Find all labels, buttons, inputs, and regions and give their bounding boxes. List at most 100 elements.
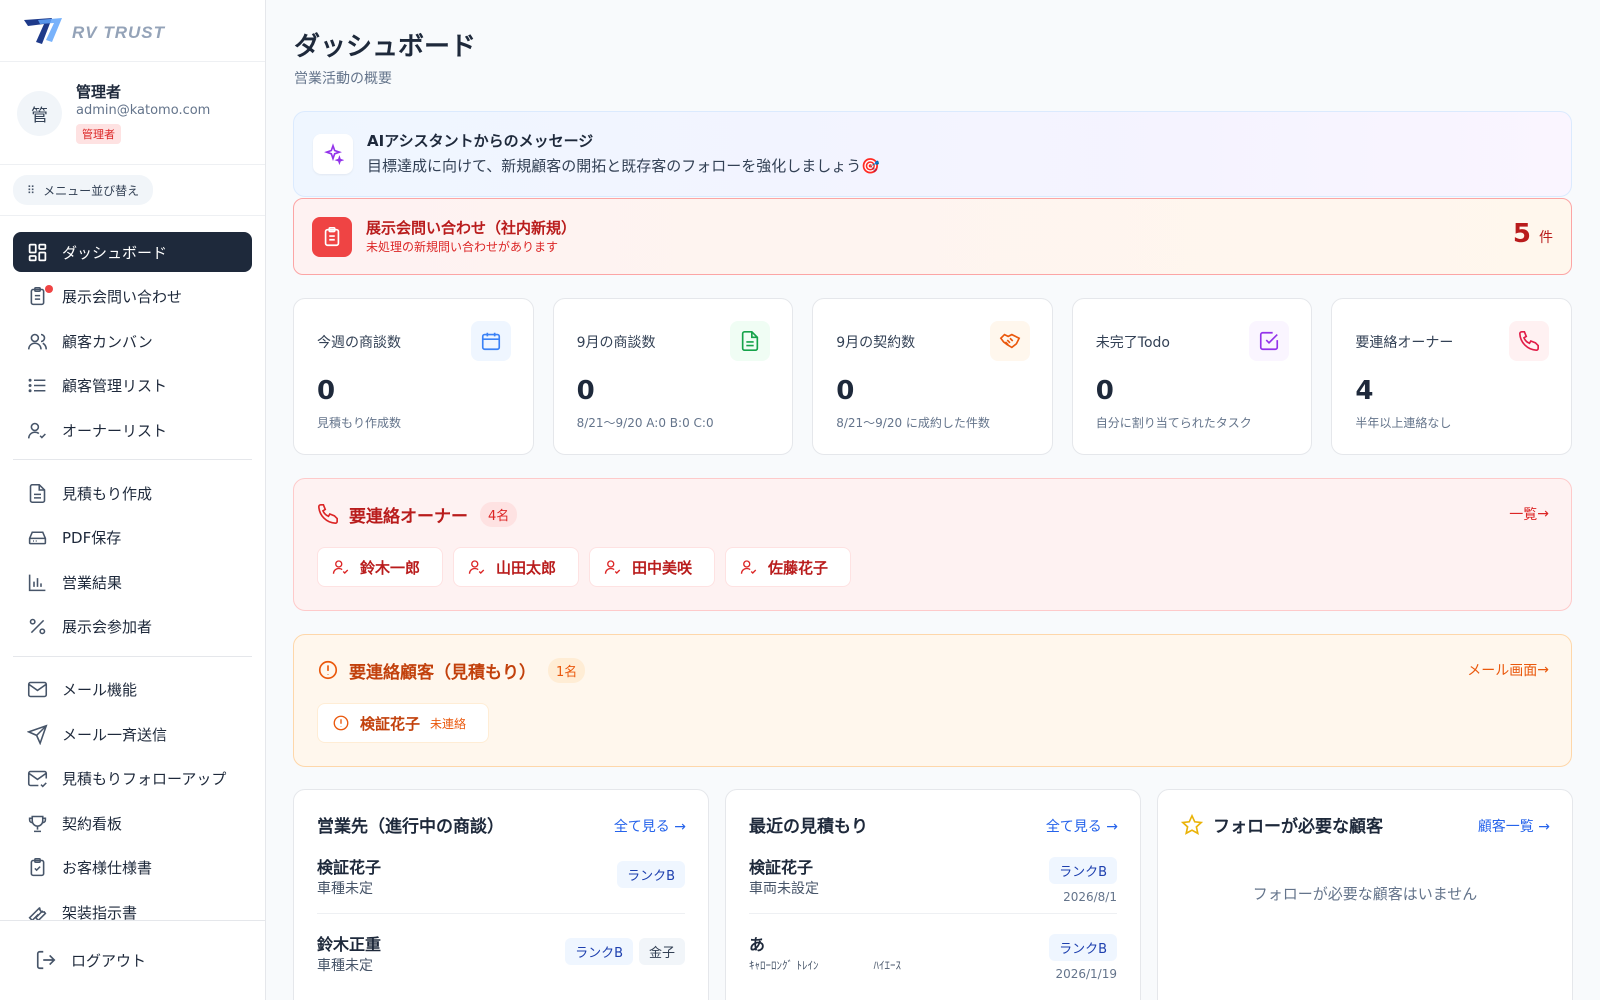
estimate-row[interactable]: 検証花子 車両未設定 ランクB 2026/8/1: [749, 837, 1117, 914]
main-content: ダッシュボード 営業活動の概要 AIアシスタントからのメッセージ 目標達成に向け…: [266, 0, 1600, 1000]
customer-list-link[interactable]: 顧客一覧 →: [1478, 816, 1550, 836]
sidebar-item-bulk-mail[interactable]: メール一斉送信: [13, 714, 252, 754]
alert-subtitle: 未処理の新規問い合わせがあります: [366, 239, 559, 254]
stat-subtext: 自分に割り当てられたタスク: [1095, 416, 1252, 430]
trophy-icon: [28, 815, 47, 832]
sidebar-item-contract-board[interactable]: 契約看板: [13, 803, 252, 843]
notification-dot: [45, 284, 53, 293]
logout-label: ログアウト: [71, 951, 147, 970]
logo[interactable]: RV TRUST: [0, 0, 265, 62]
stat-card-month-contracts[interactable]: 9月の契約数 0 8/21〜9/20 に成約した件数: [812, 298, 1053, 455]
deal-row[interactable]: 検証花子 車種未定 ランクB: [317, 837, 685, 914]
owner-name: 鈴木一郎: [360, 558, 421, 577]
phone-icon: [1508, 321, 1549, 361]
owner-chip[interactable]: 山田太郎: [453, 547, 580, 587]
link-label: 顧客一覧: [1477, 819, 1534, 835]
sidebar-item-label: お客様仕様書: [62, 859, 153, 877]
arrow-right-icon: →: [1537, 662, 1549, 678]
arrow-right-icon: →: [1538, 819, 1550, 835]
status-tag: 未連絡: [430, 716, 467, 731]
users-icon: [27, 333, 48, 349]
owner-chip[interactable]: 佐藤花子: [725, 547, 852, 587]
user-card: 管 管理者 admin@katomo.com 管理者: [0, 62, 265, 165]
page-subtitle: 営業活動の概要: [294, 71, 392, 87]
logout-button[interactable]: ログアウト: [35, 949, 146, 971]
deal-row[interactable]: 鈴木正重 車種未定 ランクB 金子: [317, 914, 685, 990]
stat-subtext: 8/21〜9/20 に成約した件数: [836, 416, 990, 430]
bar-chart-icon: [28, 574, 46, 591]
sidebar-item-label: 営業結果: [62, 573, 123, 592]
sidebar-item-label: メール機能: [62, 681, 138, 699]
rank-badge: ランクB: [565, 938, 633, 965]
menu-reorder-button[interactable]: ⠿ メニュー並び替え: [13, 175, 154, 205]
role-badge: 管理者: [76, 124, 121, 144]
arrow-right-icon: →: [1537, 506, 1549, 522]
contact-owners-panel: 要連絡オーナー 4名 一覧 → 鈴木一郎 山田太郎 田中美咲 佐藤花子: [293, 478, 1572, 611]
sidebar-item-label: PDF保存: [62, 529, 122, 547]
rank-badge: ランクB: [617, 861, 685, 888]
estimate-row[interactable]: あ ｷｬﾛｰﾛﾝｸﾞ ﾄﾚｲﾝ ﾊｲｴｰｽ ランクB 2026/1/19: [749, 914, 1117, 990]
owner-name: 田中美咲: [632, 558, 693, 577]
sidebar-item-label: オーナーリスト: [62, 421, 168, 440]
ai-message: 目標達成に向けて、新規顧客の開拓と既存客のフォローを強化しましょう🎯: [367, 157, 880, 175]
deals-view-all-link[interactable]: 全て見る →: [614, 816, 686, 836]
drive-icon: [28, 531, 47, 545]
owner-name: 佐藤花子: [768, 558, 829, 577]
stat-card-weekly-deals[interactable]: 今週の商談数 0 見積もり作成数: [293, 298, 534, 455]
sidebar-item-label: 契約看板: [62, 814, 123, 833]
sidebar-item-owner-list[interactable]: オーナーリスト: [13, 410, 252, 450]
sidebar-item-estimate-followup[interactable]: 見積もりフォローアップ: [13, 759, 252, 799]
sidebar-item-label: 見積もり作成: [62, 484, 153, 503]
sidebar-item-dashboard[interactable]: ダッシュボード: [13, 232, 252, 272]
count-badge: 4名: [480, 501, 518, 527]
sidebar-item-estimate-create[interactable]: 見積もり作成: [13, 473, 252, 513]
owner-list-link[interactable]: 一覧 →: [1509, 504, 1549, 524]
sidebar-item-customer-kanban[interactable]: 顧客カンバン: [13, 321, 252, 361]
customer-name: 検証花子: [360, 714, 421, 733]
stat-card-contact-owners[interactable]: 要連絡オーナー 4 半年以上連絡なし: [1331, 298, 1572, 455]
sidebar-item-mail[interactable]: メール機能: [13, 670, 252, 710]
file-text-icon: [730, 321, 771, 361]
sidebar-item-label: 展示会参加者: [62, 618, 153, 636]
owner-chip[interactable]: 鈴木一郎: [317, 547, 444, 587]
document-icon: [29, 483, 46, 503]
staff-tag: 金子: [638, 938, 685, 965]
recent-estimates-panel: 最近の見積もり 全て見る → 検証花子 車両未設定 ランクB 2026/8/1 …: [725, 789, 1141, 1000]
stat-value: 0: [1095, 376, 1114, 406]
alert-count-value: 5: [1512, 219, 1531, 249]
alert-circle-icon: [318, 660, 338, 680]
send-icon: [27, 723, 48, 745]
stat-value: 0: [317, 376, 336, 406]
nav-divider: [13, 655, 252, 657]
customer-chip[interactable]: 検証花子 未連絡: [317, 703, 490, 743]
stat-card-month-deals[interactable]: 9月の商談数 0 8/21〜9/20 A:0 B:0 C:0: [552, 298, 794, 455]
mail-icon: [27, 681, 48, 698]
phone-icon: [318, 504, 338, 524]
sidebar-item-sales-results[interactable]: 営業結果: [13, 562, 252, 602]
inquiry-alert[interactable]: 展示会問い合わせ（社内新規） 未処理の新規問い合わせがあります 5 件: [293, 198, 1572, 275]
sidebar-item-customer-spec[interactable]: お客様仕様書: [13, 848, 252, 888]
panel-title: 要連絡顧客（見積もり）: [349, 662, 536, 683]
sidebar-item-customer-list[interactable]: 顧客管理リスト: [13, 366, 252, 406]
stats-row: 今週の商談数 0 見積もり作成数 9月の商談数 0 8/21〜9/20 A:0 …: [293, 298, 1572, 455]
user-check-icon: [740, 560, 757, 574]
sidebar-item-exhibition-inquiry[interactable]: 展示会問い合わせ: [13, 277, 252, 317]
link-label: 全て見る: [613, 819, 670, 835]
link-label: 全て見る: [1045, 819, 1102, 835]
calendar-icon: [470, 321, 511, 361]
arrow-right-icon: →: [1106, 819, 1118, 835]
stat-subtext: 見積もり作成数: [317, 416, 402, 430]
sidebar-item-label: 顧客管理リスト: [62, 377, 168, 395]
sidebar-item-pdf-save[interactable]: PDF保存: [13, 518, 252, 558]
arrow-right-icon: →: [674, 819, 686, 835]
list-icon: [28, 378, 46, 393]
stat-card-open-todo[interactable]: 未完了Todo 0 自分に割り当てられたタスク: [1071, 298, 1313, 455]
sidebar-item-label: 顧客カンバン: [62, 332, 153, 351]
handshake-icon: [989, 321, 1030, 361]
owner-chip[interactable]: 田中美咲: [589, 547, 716, 587]
sidebar-item-exhibition-participants[interactable]: 展示会参加者: [13, 607, 252, 647]
estimates-view-all-link[interactable]: 全て見る →: [1046, 816, 1118, 836]
stat-subtext: 8/21〜9/20 A:0 B:0 C:0: [576, 416, 714, 430]
mail-screen-link[interactable]: メール画面 →: [1467, 660, 1549, 680]
alert-count-unit: 件: [1539, 230, 1553, 246]
